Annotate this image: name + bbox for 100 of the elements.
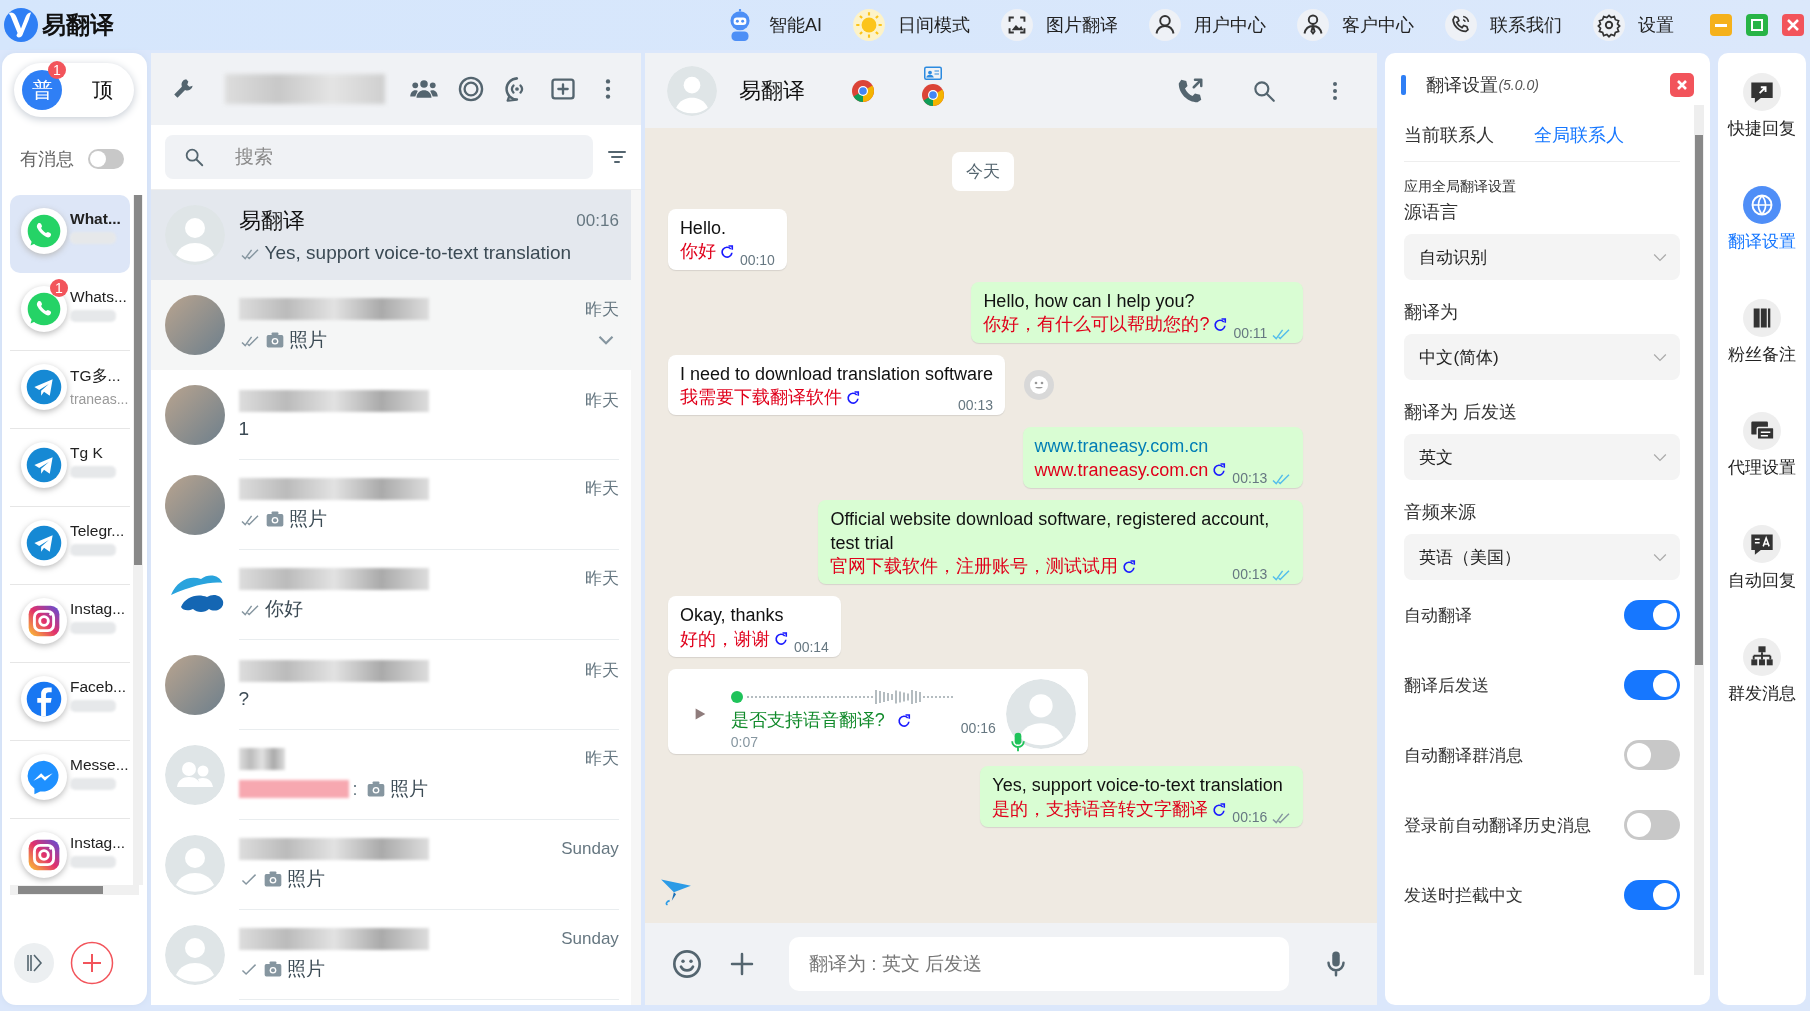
chat-item[interactable]: 昨天 1	[150, 370, 631, 460]
chat-item[interactable]: 昨天 : 照片	[150, 730, 631, 820]
account-item[interactable]: Messe...	[10, 741, 130, 819]
scrollbar[interactable]	[132, 195, 143, 885]
toggle-switch[interactable]	[1624, 810, 1681, 840]
account-item[interactable]: Faceb...	[10, 663, 130, 741]
tab[interactable]: 当前联系人	[1404, 123, 1495, 147]
chat-item[interactable]: 易翻译 00:16 Yes, support voice-to-text translation	[150, 190, 631, 280]
sun-icon	[852, 8, 886, 42]
message-text: Yes, support voice-to-text translation	[992, 774, 1284, 798]
message-preview: 你好	[264, 597, 303, 621]
emoji-icon[interactable]	[670, 948, 703, 980]
account-name: Instag...	[70, 600, 126, 618]
mode-option[interactable]: 顶	[82, 70, 122, 110]
field-label: 翻译为 后发送	[1404, 401, 1519, 424]
account-item[interactable]: 1 Whats...	[10, 273, 130, 351]
chat-item[interactable]: 昨天 照片	[150, 280, 631, 370]
field-label: 翻译为	[1404, 301, 1460, 324]
settings-note: 应用全局翻译设置	[1404, 178, 1518, 196]
account-item[interactable]: Telegr...	[10, 507, 130, 585]
chat-item[interactable]: 昨天 ?	[150, 640, 631, 730]
dropdown[interactable]: 英文	[1404, 434, 1681, 480]
message-time: 00:13	[1232, 566, 1268, 583]
avatar-icon	[164, 205, 225, 265]
field-label: 源语言	[1404, 201, 1460, 224]
toggle-switch[interactable]	[1624, 670, 1681, 700]
voice-transcript: 是否支持语音翻译?	[730, 709, 885, 733]
menu-item[interactable]: 图片翻译	[1000, 8, 1118, 42]
toggle-switch[interactable]	[1624, 600, 1681, 630]
unread-badge: 1	[50, 279, 68, 297]
accent-bar	[1401, 75, 1407, 95]
chat-item[interactable]: 昨天 你好	[150, 550, 631, 640]
collapse-icon[interactable]	[14, 943, 54, 983]
account-item[interactable]: Tg K	[10, 429, 130, 507]
message-input[interactable]: 翻译为 : 英文 后发送	[788, 937, 1290, 991]
blurred-text	[70, 856, 116, 868]
dropdown[interactable]: 中文(简体)	[1404, 334, 1681, 380]
close-button[interactable]	[1782, 14, 1804, 36]
blurred-text	[70, 700, 116, 712]
setting-label: 登录前自动翻译历史消息	[1404, 814, 1592, 837]
account-name: Tg K	[70, 444, 104, 462]
chat-time: Sunday	[561, 928, 619, 949]
unread-badge: 1	[48, 61, 66, 79]
chat-item[interactable]: Sunday 照片	[150, 910, 631, 1000]
chat-item[interactable]: 昨天 照片	[150, 460, 631, 550]
tool-button[interactable]: 群发消息	[1728, 638, 1797, 751]
menu-item[interactable]: 联系我们	[1444, 8, 1562, 42]
chat-app-logo-icon	[20, 207, 68, 255]
quick-reply-icon	[1743, 73, 1782, 111]
maximize-button[interactable]	[1746, 14, 1768, 36]
panel-title: 翻译设置	[1426, 74, 1499, 97]
menu-item[interactable]: 日间模式	[852, 8, 970, 42]
auto-reply-icon	[1743, 525, 1782, 563]
tool-button[interactable]: 翻译设置	[1728, 186, 1797, 299]
chat-time: Sunday	[561, 838, 619, 859]
account-item[interactable]: TG多... traneas...	[10, 351, 130, 429]
dropdown[interactable]: 英语（美国）	[1404, 534, 1681, 580]
tab[interactable]: 全局联系人	[1534, 123, 1625, 147]
scrollbar[interactable]	[1694, 105, 1705, 975]
message-text: Okay, thanks	[679, 604, 785, 628]
message-time: 00:13	[1232, 470, 1268, 487]
tool-button[interactable]: 自动回复	[1728, 525, 1797, 638]
account-item[interactable]: What...	[10, 195, 130, 273]
menu-item[interactable]: 客户中心	[1296, 8, 1414, 42]
toggle-switch[interactable]	[1624, 740, 1681, 770]
browser-icon	[920, 82, 945, 107]
message-time: 00:11	[1233, 324, 1268, 341]
chat-time: 昨天	[584, 568, 619, 590]
status-icon[interactable]	[456, 75, 485, 103]
message-preview: 照片	[286, 866, 325, 891]
close-button[interactable]	[1670, 73, 1695, 97]
mode-switch[interactable]: 普 1 顶	[14, 63, 134, 117]
setting-label: 自动翻译群消息	[1404, 744, 1524, 767]
account-item[interactable]: Instag...	[10, 585, 130, 663]
toggle-switch[interactable]	[1624, 880, 1681, 910]
setting-label: 发送时拦截中文	[1404, 884, 1524, 907]
dropdown[interactable]: 自动识别	[1404, 234, 1681, 280]
menu-item[interactable]: 设置	[1592, 8, 1674, 42]
tool-button[interactable]: 粉丝备注	[1728, 299, 1797, 412]
account-name: Messe...	[70, 756, 129, 774]
message-time: 00:16	[1232, 809, 1268, 826]
message-preview: 照片	[389, 777, 428, 801]
search-field[interactable]: 搜索	[164, 135, 593, 179]
field-label: 音频来源	[1404, 501, 1478, 524]
menu-item[interactable]: 用户中心	[1148, 8, 1266, 42]
tool-button[interactable]: 代理设置	[1728, 412, 1797, 525]
tool-button[interactable]: 快捷回复	[1728, 73, 1797, 186]
blurred-text	[70, 778, 116, 790]
message-link[interactable]: www.traneasy.com.cn	[1034, 435, 1292, 459]
book-icon	[1743, 299, 1782, 337]
settings-icon	[1592, 8, 1626, 42]
toggle-switch[interactable]	[88, 149, 124, 169]
add-icon[interactable]	[70, 941, 114, 985]
message-time: 00:16	[960, 720, 996, 737]
chat-name: 易翻译	[238, 207, 305, 235]
scrollbar[interactable]	[10, 885, 139, 895]
chat-windows-icon	[1743, 412, 1782, 450]
maximize-icon	[1751, 19, 1763, 31]
menu-item[interactable]: 智能AI	[723, 8, 822, 42]
chat-item[interactable]: Sunday 照片	[150, 820, 631, 910]
